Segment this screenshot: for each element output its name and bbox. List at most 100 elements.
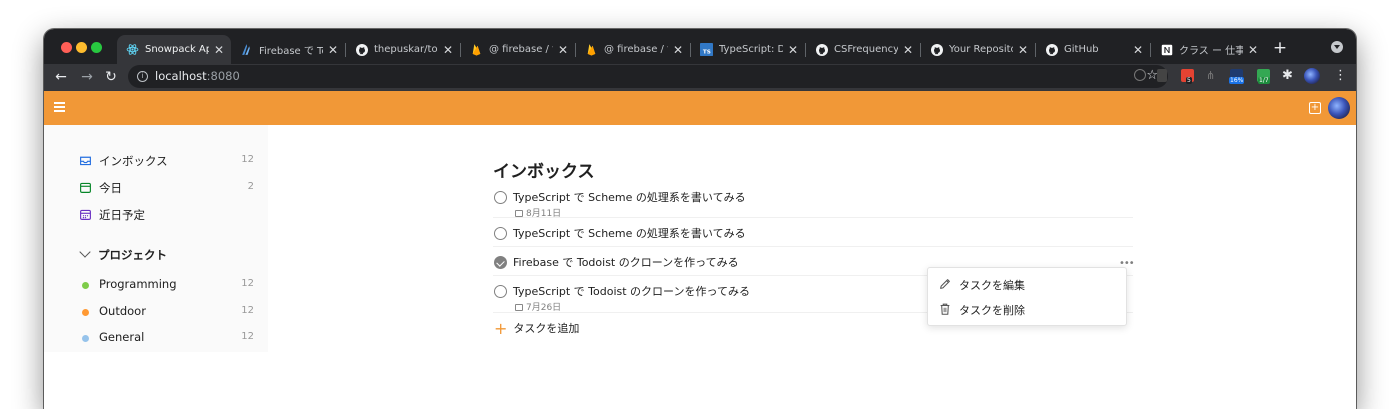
avatar[interactable]	[1328, 97, 1350, 119]
close-icon[interactable]: ✕	[1247, 43, 1259, 57]
tab-title: CSFrequency/	[834, 44, 898, 55]
tab-csfrequency[interactable]: CSFrequency/ ✕	[806, 35, 920, 64]
menu-item-delete-task[interactable]: タスクを削除	[928, 297, 1126, 321]
sidebar-item-today[interactable]: 今日 2	[44, 175, 268, 201]
tab-firebase-2[interactable]: @ firebase / fir ✕	[576, 35, 690, 64]
maximize-window-button[interactable]	[91, 42, 102, 53]
close-icon[interactable]: ✕	[1017, 43, 1029, 57]
plus-icon: +	[494, 319, 508, 338]
tab-title: @ firebase / fir	[604, 44, 668, 55]
browser-window: Snowpack App ✕ Firebase で Tod ✕ thepuska…	[44, 29, 1356, 409]
task-item[interactable]: TypeScript で Scheme の処理系を書いてみる	[493, 223, 1133, 247]
site-info-icon[interactable]: i	[137, 71, 148, 82]
pencil-icon	[938, 277, 952, 291]
close-icon[interactable]: ✕	[787, 43, 799, 57]
github-icon	[930, 43, 943, 56]
sidebar-item-count: 2	[247, 181, 254, 192]
extensions-puzzle-icon[interactable]: ✱	[1282, 69, 1295, 82]
task-content[interactable]: Firebase で Todoist のクローンを作ってみる	[513, 254, 739, 270]
tab-title: Your Reposito	[949, 44, 1013, 55]
task-content[interactable]: TypeScript で Todoist のクローンを作ってみる	[513, 283, 750, 299]
sidebar-item-label: Programming	[99, 277, 177, 291]
task-checkbox[interactable]	[494, 285, 507, 298]
url-text: localhost:8080	[155, 69, 240, 83]
firebase-flame-icon	[470, 43, 483, 56]
reload-icon[interactable]: ↻	[102, 68, 120, 86]
close-window-button[interactable]	[61, 42, 72, 53]
close-icon[interactable]: ✕	[672, 43, 684, 57]
add-task-button[interactable]: + タスクを追加	[494, 319, 579, 338]
notion-icon	[1160, 43, 1173, 56]
project-color-dot	[82, 335, 89, 342]
trash-icon	[938, 302, 952, 316]
tab-typescript-docs[interactable]: TS TypeScript: Do ✕	[691, 35, 805, 64]
app-header: +	[44, 91, 1356, 125]
todoist-extension-icon[interactable]: 5	[1181, 69, 1194, 84]
sidebar-item-programming[interactable]: Programming 12	[44, 272, 268, 298]
close-icon[interactable]: ✕	[902, 43, 914, 57]
quick-add-icon[interactable]: +	[1309, 102, 1321, 114]
tab-your-repositories[interactable]: Your Reposito ✕	[921, 35, 1035, 64]
project-color-dot	[82, 282, 89, 289]
projects-header[interactable]: プロジェクト	[78, 246, 167, 263]
add-task-label: タスクを追加	[513, 322, 580, 335]
task-due-date-text: 8月11日	[526, 209, 562, 219]
tab-thepuskar[interactable]: thepuskar/todo ✕	[346, 35, 460, 64]
menu-item-label: タスクを削除	[959, 304, 1025, 317]
task-item[interactable]: TypeScript で Scheme の処理系を書いてみる 8月11日	[493, 187, 1133, 219]
back-icon[interactable]: ←	[52, 68, 70, 86]
tab-firebase-todo[interactable]: Firebase で Tod ✕	[231, 35, 345, 64]
ext-share-icon[interactable]: ⋔	[1206, 69, 1219, 82]
calendar-icon	[515, 210, 523, 217]
tab-search-icon[interactable]	[1331, 41, 1343, 53]
tab-snowpack-app[interactable]: Snowpack App ✕	[117, 35, 231, 64]
new-tab-button[interactable]: +	[1271, 38, 1289, 58]
task-checkbox[interactable]	[494, 227, 507, 240]
menu-icon[interactable]	[54, 102, 65, 112]
browser-menu-icon[interactable]: ⋮	[1334, 69, 1347, 82]
tab-title: Snowpack App	[145, 44, 209, 55]
sidebar-item-label: 今日	[99, 181, 122, 195]
tab-firebase-1[interactable]: @ firebase / fir ✕	[461, 35, 575, 64]
ext-reader-icon[interactable]	[1157, 69, 1167, 82]
minimize-window-button[interactable]	[76, 42, 87, 53]
github-icon	[815, 43, 828, 56]
ext-info-icon[interactable]	[1134, 69, 1146, 81]
firebase-flame-icon	[585, 43, 598, 56]
close-icon[interactable]: ✕	[327, 43, 339, 57]
tab-title: クラス ー 仕事で	[1179, 46, 1243, 57]
profile-avatar-icon[interactable]	[1304, 68, 1320, 84]
url-host: localhost	[155, 69, 207, 83]
task-checkbox-checked[interactable]	[494, 256, 507, 269]
task-checkbox[interactable]	[494, 191, 507, 204]
github-icon	[355, 43, 368, 56]
sidebar-item-label: 近日予定	[99, 208, 145, 222]
sidebar-item-inbox[interactable]: インボックス 12	[44, 148, 268, 174]
github-icon	[1045, 43, 1058, 56]
page-title: インボックス	[493, 162, 595, 182]
close-icon[interactable]: ✕	[1132, 43, 1144, 57]
ext-c-icon[interactable]: 1/7	[1257, 69, 1270, 84]
sidebar-item-label: Outdoor	[99, 304, 146, 318]
sidebar-item-outdoor[interactable]: Outdoor 12	[44, 299, 268, 325]
sidebar-item-count: 12	[241, 331, 254, 342]
task-due-date: 8月11日	[515, 206, 561, 219]
sidebar-item-upcoming[interactable]: 近日予定	[44, 202, 268, 228]
sidebar-item-general[interactable]: General 12	[44, 325, 268, 351]
close-icon[interactable]: ✕	[213, 43, 225, 57]
task-content[interactable]: TypeScript で Scheme の処理系を書いてみる	[513, 189, 746, 205]
task-context-menu: タスクを編集 タスクを削除	[927, 267, 1127, 326]
react-icon	[126, 43, 139, 56]
task-content[interactable]: TypeScript で Scheme の処理系を書いてみる	[513, 225, 746, 241]
forward-icon[interactable]: →	[78, 68, 96, 86]
tab-title: @ firebase / fir	[489, 44, 553, 55]
close-icon[interactable]: ✕	[442, 43, 454, 57]
firebase-angle-icon	[240, 43, 253, 56]
tab-class-notion[interactable]: クラス ー 仕事で ✕	[1151, 35, 1265, 64]
address-bar[interactable]: i localhost:8080 ☆	[128, 65, 1168, 88]
tab-github[interactable]: GitHub ✕	[1036, 35, 1150, 64]
close-icon[interactable]: ✕	[557, 43, 569, 57]
menu-item-edit-task[interactable]: タスクを編集	[928, 272, 1126, 296]
tab-strip: Snowpack App ✕ Firebase で Tod ✕ thepuska…	[44, 29, 1356, 64]
ext-b-icon[interactable]: 16%	[1229, 69, 1245, 84]
